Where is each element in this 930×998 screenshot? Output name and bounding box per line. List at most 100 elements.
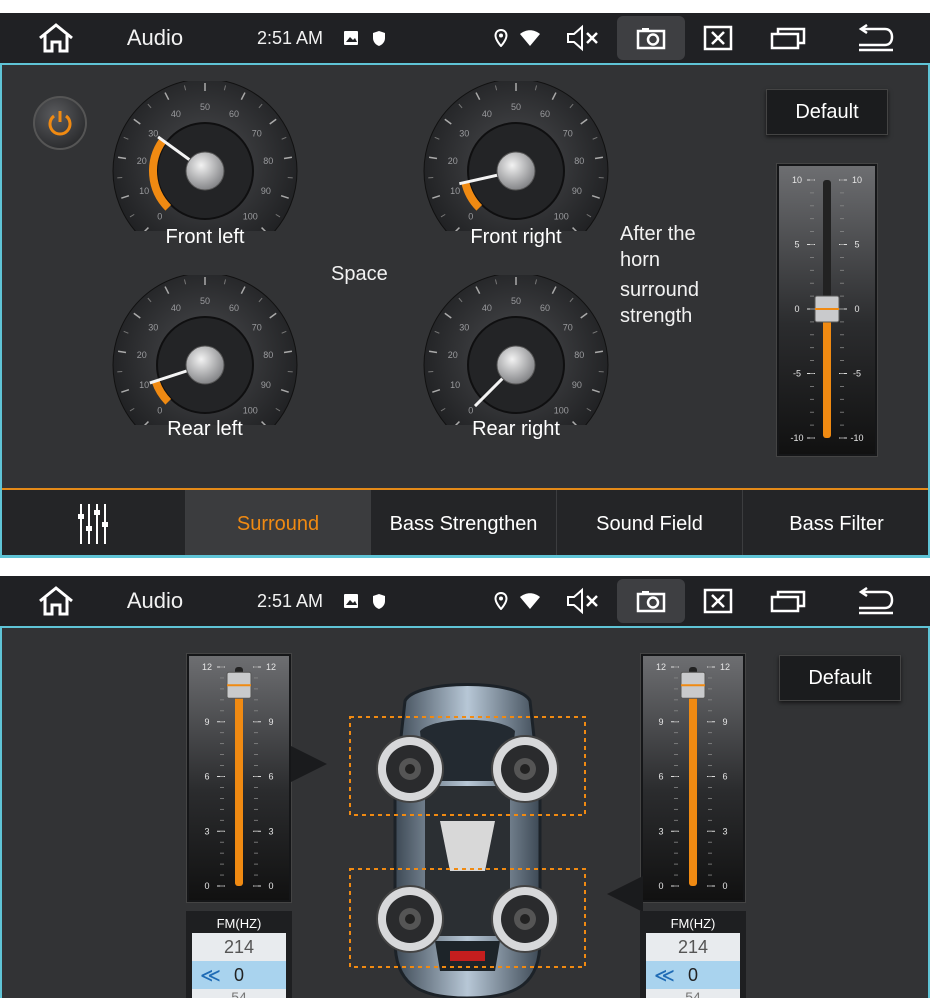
freq-next[interactable]: 54 — [192, 989, 286, 998]
home-icon[interactable] — [28, 13, 84, 63]
slider-tick-label: 10 — [852, 175, 862, 185]
slider-track[interactable]: 12 12 9 9 6 6 3 3 0 0 — [187, 654, 291, 902]
slider-fill — [235, 685, 243, 886]
freq-current: 0 — [687, 964, 698, 985]
slider-tick-label: 0 — [794, 304, 799, 314]
freq-current-row[interactable]: ≪ 0 — [646, 961, 740, 989]
gauge-dial[interactable]: 0 10 20 30 40 50 60 70 80 90 100 — [110, 272, 300, 458]
gauge-tick-label: 20 — [137, 350, 147, 360]
gauge-tick-label: 70 — [563, 128, 573, 138]
tab-surround[interactable]: Surround — [186, 490, 371, 555]
slider-tick-label: -5 — [853, 369, 861, 379]
gauge-tick-label: 100 — [554, 211, 569, 221]
surround-strength-slider[interactable]: 10 10 5 5 0 0 -5 -5 -10 -10 — [776, 163, 878, 457]
slider-track[interactable]: 12 12 9 9 6 6 3 3 0 0 — [641, 654, 745, 902]
after-horn-label-1: After the — [620, 223, 696, 245]
equalizer-icon[interactable] — [0, 490, 186, 555]
tab-bass-strengthen[interactable]: Bass Strengthen — [371, 490, 557, 555]
chevron-left-icon[interactable]: ≪ — [654, 963, 675, 988]
surround-strength-label-1: surround — [620, 279, 699, 301]
gauge-front-left[interactable]: 0 10 20 30 40 50 60 70 80 90 100 Front left — [110, 78, 300, 264]
clock: 2:51 AM — [256, 27, 324, 48]
location-icon — [490, 13, 512, 63]
gauge-rear-right[interactable]: 0 10 20 30 40 50 60 70 80 90 100 Rear right — [421, 272, 611, 458]
slider-tick-label: 12 — [656, 662, 666, 672]
wifi-icon — [516, 576, 544, 626]
mute-icon[interactable] — [560, 13, 606, 63]
speaker-rear-right[interactable] — [490, 884, 560, 959]
front-speakers-slider[interactable]: 12 12 9 9 6 6 3 3 0 0 — [186, 653, 292, 903]
speaker-front-left[interactable] — [375, 734, 445, 809]
speaker-icon[interactable] — [375, 884, 445, 954]
windows-icon[interactable] — [766, 576, 810, 626]
gauge-front-right[interactable]: 0 10 20 30 40 50 60 70 80 90 100 Front right — [421, 78, 611, 264]
default-button[interactable]: Default — [766, 89, 888, 135]
speaker-icon[interactable] — [490, 734, 560, 804]
gauge-tick-label: 80 — [263, 156, 273, 166]
gauge-knob — [496, 345, 536, 385]
gauge-tick-label: 60 — [540, 109, 550, 119]
freq-next[interactable]: 54 — [646, 989, 740, 998]
slider-tick-label: -10 — [850, 433, 863, 443]
gauge-knob — [185, 345, 225, 385]
gauge-tick-label: 50 — [511, 296, 521, 306]
pointer-arrow-right — [607, 876, 643, 912]
slider-tick-label: 3 — [268, 826, 273, 836]
slider-tick-label: 0 — [658, 881, 663, 891]
chevron-left-icon[interactable]: ≪ — [200, 963, 221, 988]
mute-icon[interactable] — [560, 576, 606, 626]
close-box-icon[interactable] — [698, 13, 738, 63]
gauge-dial[interactable]: 0 10 20 30 40 50 60 70 80 90 100 — [421, 78, 611, 264]
gauge-knob — [185, 151, 225, 191]
gauge-tick-label: 80 — [574, 156, 584, 166]
gauge-rear-left[interactable]: 0 10 20 30 40 50 60 70 80 90 100 Rear left — [110, 272, 300, 458]
default-button[interactable]: Default — [779, 655, 901, 701]
speaker-front-right[interactable] — [490, 734, 560, 809]
gauge-tick-label: 90 — [572, 186, 582, 196]
close-box-icon[interactable] — [698, 576, 738, 626]
slider-tick-label: 5 — [854, 240, 859, 250]
slider-tick-label: 3 — [722, 826, 727, 836]
camera-icon[interactable] — [617, 16, 685, 60]
rear-speakers-slider[interactable]: 12 12 9 9 6 6 3 3 0 0 — [640, 653, 746, 903]
power-icon[interactable] — [33, 96, 87, 150]
image-icon — [340, 576, 362, 626]
gauge-tick-label: 80 — [574, 350, 584, 360]
back-icon[interactable] — [852, 13, 898, 63]
slider-tick-label: 6 — [268, 772, 273, 782]
freq-current-row[interactable]: ≪ 0 — [192, 961, 286, 989]
gauge-tick-label: 60 — [540, 303, 550, 313]
gauge-dial[interactable]: 0 10 20 30 40 50 60 70 80 90 100 — [421, 272, 611, 458]
after-horn-label-2: horn — [620, 249, 661, 271]
pointer-arrow-left — [291, 746, 327, 782]
slider-tick-label: 10 — [792, 175, 802, 185]
slider-tick-label: 3 — [658, 826, 663, 836]
image-icon — [340, 13, 362, 63]
gauge-tick-label: 40 — [171, 303, 181, 313]
back-icon[interactable] — [852, 576, 898, 626]
shield-icon — [368, 576, 390, 626]
slider-track[interactable]: 10 10 5 5 0 0 -5 -5 -10 -10 — [777, 164, 877, 456]
tab-bass-filter[interactable]: Bass Filter — [743, 490, 930, 555]
home-icon[interactable] — [28, 576, 84, 626]
slider-tick-label: 9 — [722, 717, 727, 727]
frame-left-border — [0, 626, 2, 998]
status-bar: Audio 2:51 AM — [0, 13, 930, 63]
freq-prev[interactable]: 214 — [192, 933, 286, 961]
camera-icon[interactable] — [617, 579, 685, 623]
gauge-dial[interactable]: 0 10 20 30 40 50 60 70 80 90 100 — [110, 78, 300, 264]
freq-label: FM(HZ) — [670, 916, 716, 931]
surround-screen: Audio 2:51 AM 0 10 20 30 40 50 60 70 80 … — [0, 13, 930, 558]
tab-sound-field[interactable]: Sound Field — [557, 490, 743, 555]
speaker-icon[interactable] — [375, 734, 445, 804]
gauge-label: Rear left — [167, 418, 243, 440]
gauge-tick-label: 20 — [448, 156, 458, 166]
windows-icon[interactable] — [766, 13, 810, 63]
speaker-icon[interactable] — [490, 884, 560, 954]
slider-tick-label: 0 — [854, 304, 859, 314]
speaker-rear-left[interactable] — [375, 884, 445, 959]
gauge-tick-label: 0 — [157, 211, 162, 221]
freq-label: FM(HZ) — [216, 916, 262, 931]
freq-prev[interactable]: 214 — [646, 933, 740, 961]
gauge-tick-label: 20 — [137, 156, 147, 166]
